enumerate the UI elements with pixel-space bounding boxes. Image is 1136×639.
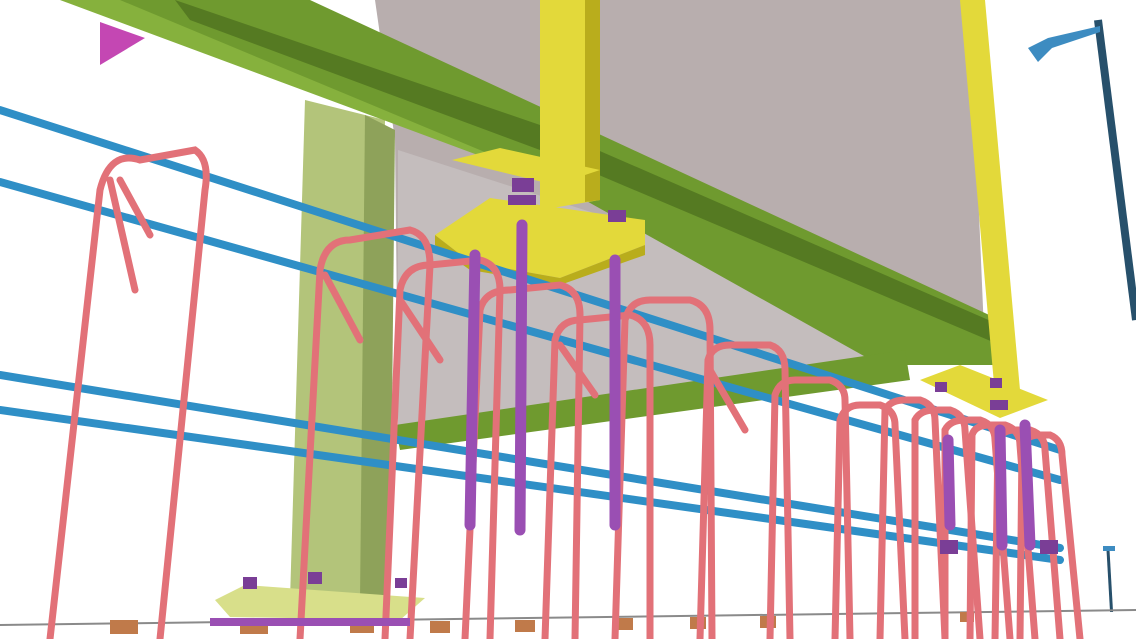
structural-model-viewport bbox=[0, 0, 1136, 639]
bottom-purple-strip bbox=[210, 618, 410, 626]
